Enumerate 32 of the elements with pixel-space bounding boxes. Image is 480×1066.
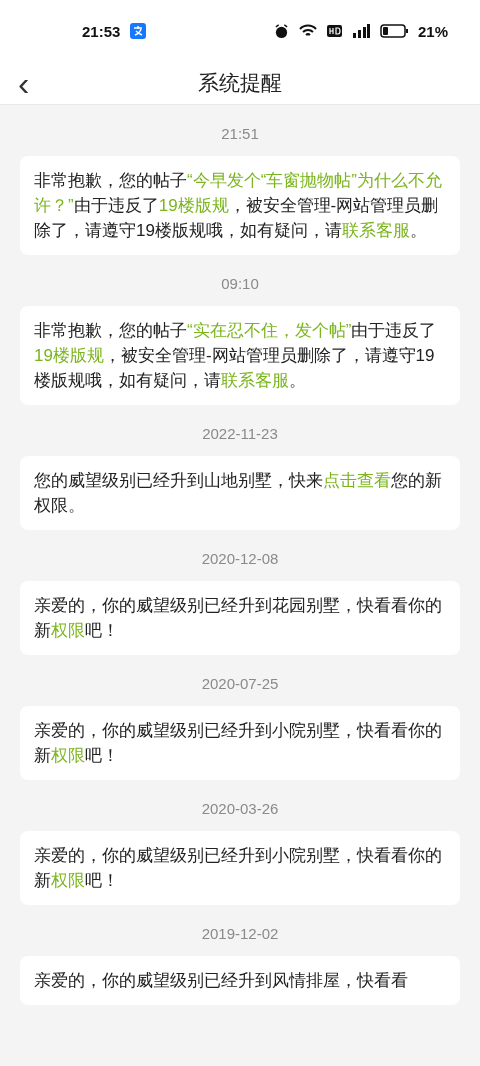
- link[interactable]: 联系客服: [221, 371, 289, 390]
- app-icon: [130, 23, 147, 39]
- alarm-icon: [273, 23, 289, 39]
- back-button[interactable]: ‹: [12, 62, 36, 104]
- status-time: 21:53: [82, 22, 121, 40]
- message-card: 非常抱歉，您的帖子“今早发个“车窗抛物帖”为什么不允许？”由于违反了19楼版规，被安全管理-网站管理员删除了，请遵守19楼版规哦，如有疑问，请联系客服。: [20, 156, 460, 255]
- signal-icon: [351, 24, 370, 38]
- battery-icon: [379, 24, 408, 38]
- message-card: 非常抱歉，您的帖子“实在忍不住，发个帖”由于违反了 19楼版规，被安全管理-网站管理员删除了，请遵守19楼版规哦，如有疑问，请联系客服。: [20, 306, 460, 405]
- link[interactable]: 权限: [51, 746, 85, 765]
- message-card: 亲爱的，你的威望级别已经升到风情排屋，快看看: [20, 956, 460, 1005]
- battery-percent: 21%: [417, 22, 448, 40]
- message-time: 2019-12-02: [201, 925, 279, 942]
- page-title: 系统提醒: [198, 70, 282, 96]
- message-time: 2020-03-26: [201, 800, 279, 817]
- message-card: 亲爱的，你的威望级别已经升到小院别墅，快看看你的新权限吧！: [20, 706, 460, 780]
- link[interactable]: 联系客服: [341, 221, 410, 240]
- message-time: 2022-11-23: [202, 425, 278, 442]
- message-time: 09:10: [221, 275, 259, 292]
- link[interactable]: 点击查看: [323, 471, 391, 490]
- link[interactable]: 19楼版规: [158, 196, 229, 215]
- hd-icon: [326, 25, 342, 37]
- message-time: 2020-07-25: [201, 675, 279, 692]
- message-time: 21:51: [221, 125, 259, 142]
- wifi-icon: [298, 24, 317, 38]
- message-card: 亲爱的，你的威望级别已经升到小院别墅，快看看你的新权限吧！: [20, 831, 460, 905]
- message-card: 您的威望级别已经升到山地别墅，快来点击查看您的新权限。: [20, 456, 460, 530]
- link[interactable]: 19楼版规: [34, 346, 104, 365]
- message-time: 2020-12-08: [201, 550, 279, 567]
- link[interactable]: 权限: [51, 871, 85, 890]
- message-card: 亲爱的，你的威望级别已经升到花园别墅，快看看你的新权限吧！: [20, 581, 460, 655]
- link[interactable]: 权限: [51, 621, 85, 640]
